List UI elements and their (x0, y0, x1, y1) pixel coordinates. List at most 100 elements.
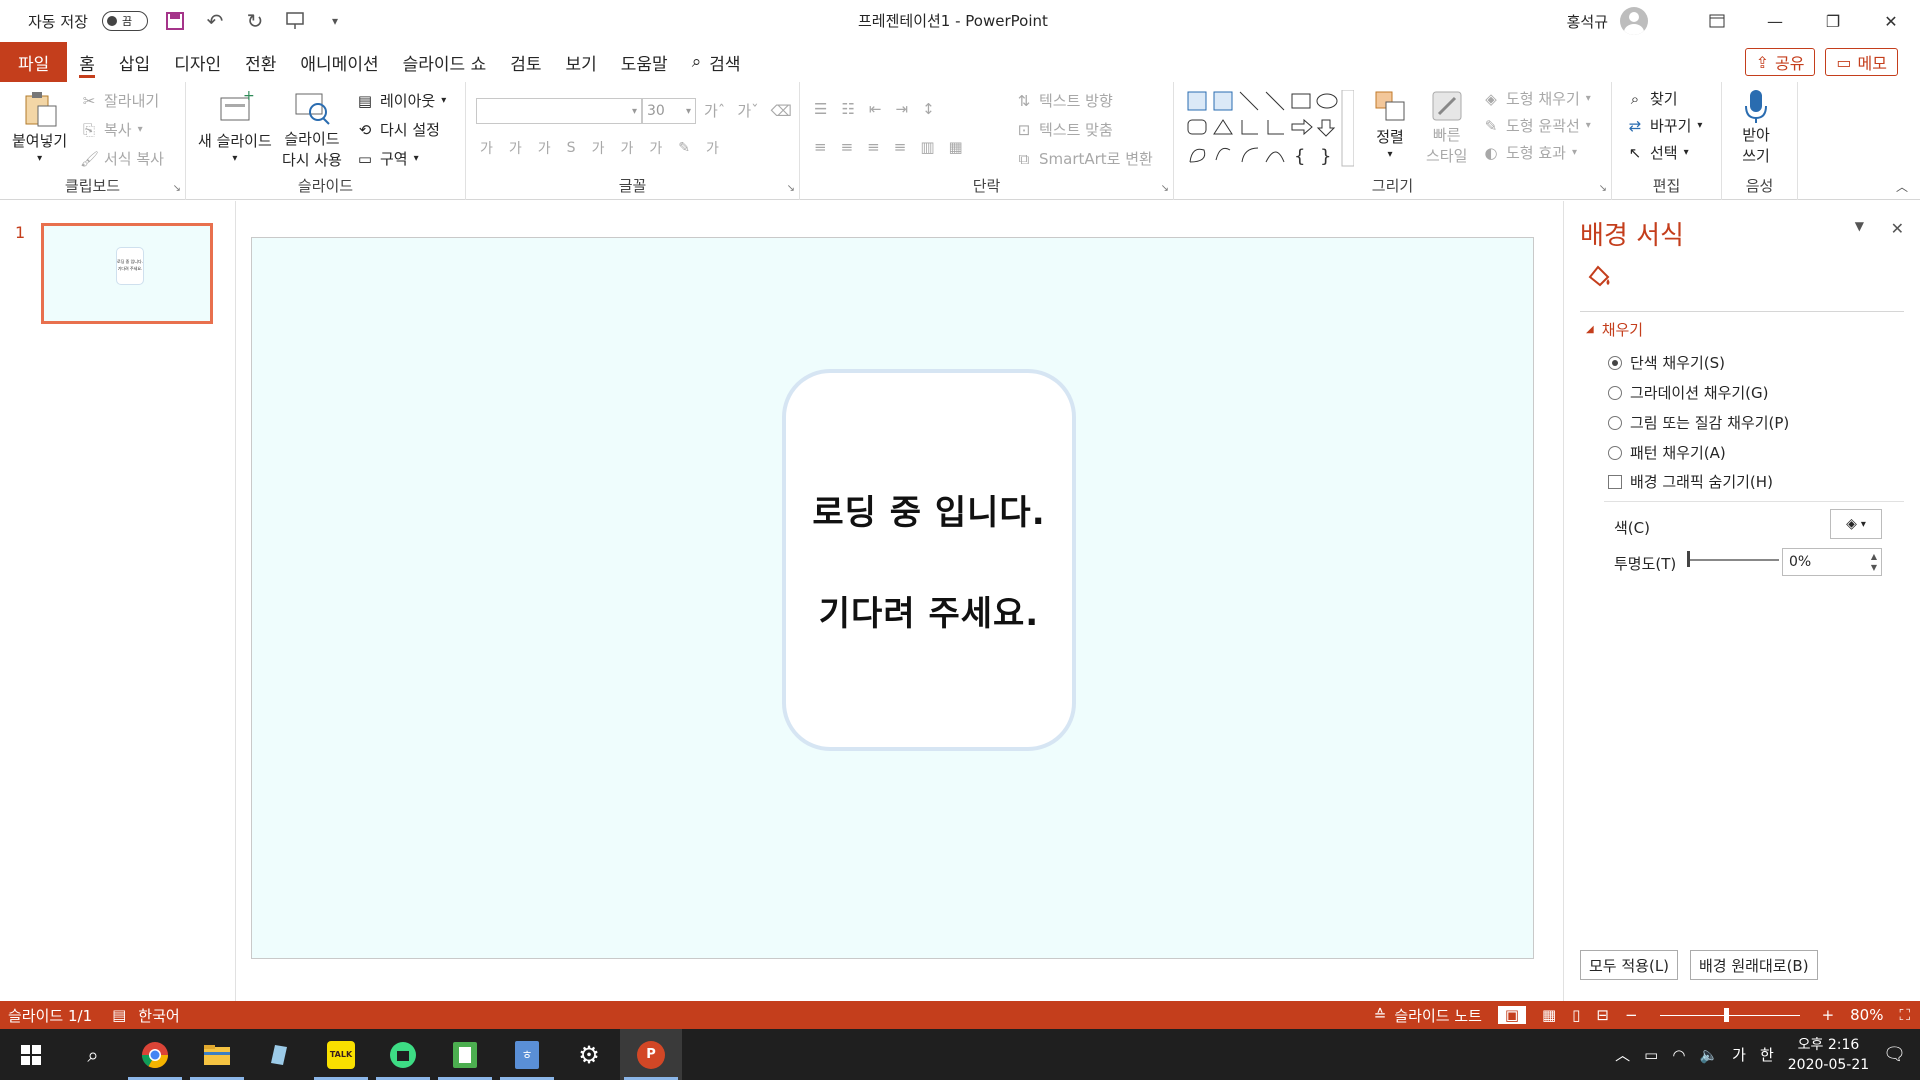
powerpoint-icon[interactable]: P (620, 1029, 682, 1080)
replace-button[interactable]: ⇄ 바꾸기 ▾ (1626, 115, 1703, 136)
bold-icon[interactable]: 가 (480, 138, 493, 158)
wait-text[interactable]: 기다려 주세요. (819, 586, 1039, 635)
customize-qat-icon[interactable]: ▾ (322, 8, 348, 34)
tab-review[interactable]: 검토 (498, 42, 553, 82)
fill-tab-icon[interactable] (1586, 263, 1612, 295)
grow-font-icon[interactable]: 가ˆ (704, 100, 725, 121)
radio-solid[interactable] (1608, 355, 1622, 370)
reuse-slides-button[interactable]: 슬라이드 다시 사용 (282, 88, 342, 170)
layout-button[interactable]: ▤ 레이아웃 ▾ (356, 90, 446, 111)
align-right-icon[interactable]: ≡ (867, 138, 880, 156)
picture-fill-option[interactable]: 그림 또는 질감 채우기(P) (1608, 412, 1789, 433)
font-launcher-icon[interactable]: ↘ (787, 183, 795, 194)
search-box[interactable]: ⌕ 검색 (692, 50, 741, 75)
zoom-slider-thumb[interactable] (1723, 1007, 1729, 1022)
solid-fill-option[interactable]: 단색 채우기(S) (1608, 352, 1725, 373)
quick-styles-button[interactable]: 빠른 스타일 (1426, 88, 1467, 166)
hangul-word-icon[interactable]: ㅎ (496, 1029, 558, 1080)
ime-mode-2[interactable]: 한 (1760, 1044, 1774, 1065)
arrange-button[interactable]: 정렬 ▾ (1372, 88, 1408, 160)
increase-indent-icon[interactable]: ⇥ (895, 100, 908, 118)
zoom-in-icon[interactable]: + (1822, 1006, 1835, 1024)
spinner-arrows-icon[interactable]: ▲ ▼ (1871, 551, 1877, 573)
start-button[interactable] (0, 1029, 62, 1080)
proofing-icon[interactable]: ▤ (112, 1006, 126, 1024)
color-picker-button[interactable]: ◈ ▾ (1830, 509, 1882, 539)
slide-thumbnail[interactable]: 로딩 중 입니다. 기다려 주세요. (41, 223, 213, 324)
line-spacing-icon[interactable]: ↕ (922, 100, 935, 118)
tab-slideshow[interactable]: 슬라이드 쇼 (391, 42, 499, 82)
share-button[interactable]: ⇪ 공유 (1744, 48, 1816, 76)
fill-section-header[interactable]: ◢ 채우기 (1586, 319, 1643, 340)
file-explorer-icon[interactable] (186, 1029, 248, 1080)
zoom-slider[interactable] (1659, 1007, 1800, 1022)
pane-options-icon[interactable]: ▼ (1855, 219, 1864, 233)
notes-app-icon[interactable] (248, 1029, 310, 1080)
taskbar-search-icon[interactable]: ⌕ (62, 1029, 124, 1080)
columns-icon[interactable]: ▦ (949, 138, 963, 156)
italic-icon[interactable]: 가 (509, 138, 522, 158)
tab-view[interactable]: 보기 (554, 42, 609, 82)
shrink-font-icon[interactable]: 가ˇ (737, 100, 758, 121)
underline-icon[interactable]: 가 (538, 138, 551, 158)
copy-button[interactable]: ⎘ 복사 ▾ (80, 119, 143, 140)
smartart-button[interactable]: ⧉ SmartArt로 변환 (1015, 148, 1153, 169)
bullets-icon[interactable]: ☰ (814, 100, 827, 118)
avatar[interactable] (1620, 7, 1648, 35)
drawing-launcher-icon[interactable]: ↘ (1599, 183, 1607, 194)
settings-gear-icon[interactable]: ⚙ (558, 1029, 620, 1080)
clear-format-icon[interactable]: ⌫ (771, 102, 792, 120)
zoom-out-icon[interactable]: − (1625, 1006, 1638, 1024)
reset-background-button[interactable]: 배경 원래대로(B) (1690, 950, 1818, 980)
char-spacing-icon[interactable]: 가 (620, 138, 633, 158)
align-left-icon[interactable]: ≡ (814, 138, 827, 156)
wifi-icon[interactable]: ◠ (1672, 1046, 1685, 1064)
clipboard-launcher-icon[interactable]: ↘ (173, 183, 181, 194)
kakaotalk-icon[interactable]: TALK (310, 1029, 372, 1080)
align-center-icon[interactable]: ≡ (841, 138, 854, 156)
transparency-input[interactable]: 0% ▲ ▼ (1782, 548, 1882, 576)
save-icon[interactable] (162, 8, 188, 34)
shadow-icon[interactable]: S (567, 140, 576, 156)
undo-icon[interactable]: ↶ (202, 8, 228, 34)
slide-sorter-icon[interactable]: ▦ (1542, 1006, 1556, 1024)
slideshow-view-icon[interactable]: ⊟ (1596, 1006, 1609, 1024)
loading-text[interactable]: 로딩 중 입니다. (812, 485, 1045, 534)
change-case-icon[interactable]: 가 (649, 138, 662, 158)
minimize-icon[interactable]: — (1746, 0, 1804, 42)
close-icon[interactable]: ✕ (1862, 0, 1920, 42)
section-button[interactable]: ▭ 구역 ▾ (356, 148, 419, 169)
new-slide-button[interactable]: + 새 슬라이드 ▾ (198, 88, 272, 164)
shape-fill-button[interactable]: ◈ 도형 채우기 ▾ (1482, 88, 1591, 109)
transparency-slider-thumb[interactable] (1687, 551, 1690, 567)
redo-icon[interactable]: ↻ (242, 8, 268, 34)
cut-button[interactable]: ✂ 잘라내기 (80, 90, 160, 111)
clock[interactable]: 오후 2:16 2020-05-21 (1788, 1035, 1869, 1075)
tab-design[interactable]: 디자인 (162, 42, 233, 82)
normal-view-icon[interactable]: ▣ (1497, 1006, 1526, 1024)
highlight-icon[interactable]: ✎ (678, 140, 690, 156)
strikethrough-icon[interactable]: 가 (592, 138, 605, 158)
volume-icon[interactable]: 🔈 (1699, 1046, 1718, 1064)
pattern-fill-option[interactable]: 패턴 채우기(A) (1608, 442, 1726, 463)
fit-to-window-icon[interactable]: ⛶ (1899, 1006, 1910, 1024)
chrome-icon[interactable] (124, 1029, 186, 1080)
font-color-icon[interactable]: 가 (706, 138, 719, 158)
format-painter-button[interactable]: 🖌 서식 복사 (80, 148, 164, 169)
pane-close-icon[interactable]: ✕ (1891, 219, 1904, 238)
notes-button[interactable]: ≙ 슬라이드 노트 (1374, 1005, 1482, 1026)
android-studio-icon[interactable] (372, 1029, 434, 1080)
gradient-fill-option[interactable]: 그라데이션 채우기(G) (1608, 382, 1769, 403)
justify-icon[interactable]: ≡ (894, 138, 907, 156)
tab-home[interactable]: 홈 (67, 42, 107, 82)
tray-overflow-icon[interactable]: ︿ (1615, 1044, 1630, 1065)
distribute-icon[interactable]: ▥ (920, 138, 934, 156)
reading-view-icon[interactable]: ▯ (1572, 1006, 1580, 1024)
dictate-button[interactable]: 받아 쓰기 (1740, 88, 1772, 166)
align-text-button[interactable]: ⊡ 텍스트 맞춤 (1015, 119, 1113, 140)
tab-file[interactable]: 파일 (0, 42, 68, 82)
notification-icon[interactable]: 🗨 (1883, 1044, 1906, 1065)
radio-picture[interactable] (1608, 415, 1622, 430)
paste-button[interactable]: 붙여넣기 ▾ (12, 88, 67, 164)
transparency-slider[interactable] (1689, 559, 1779, 561)
